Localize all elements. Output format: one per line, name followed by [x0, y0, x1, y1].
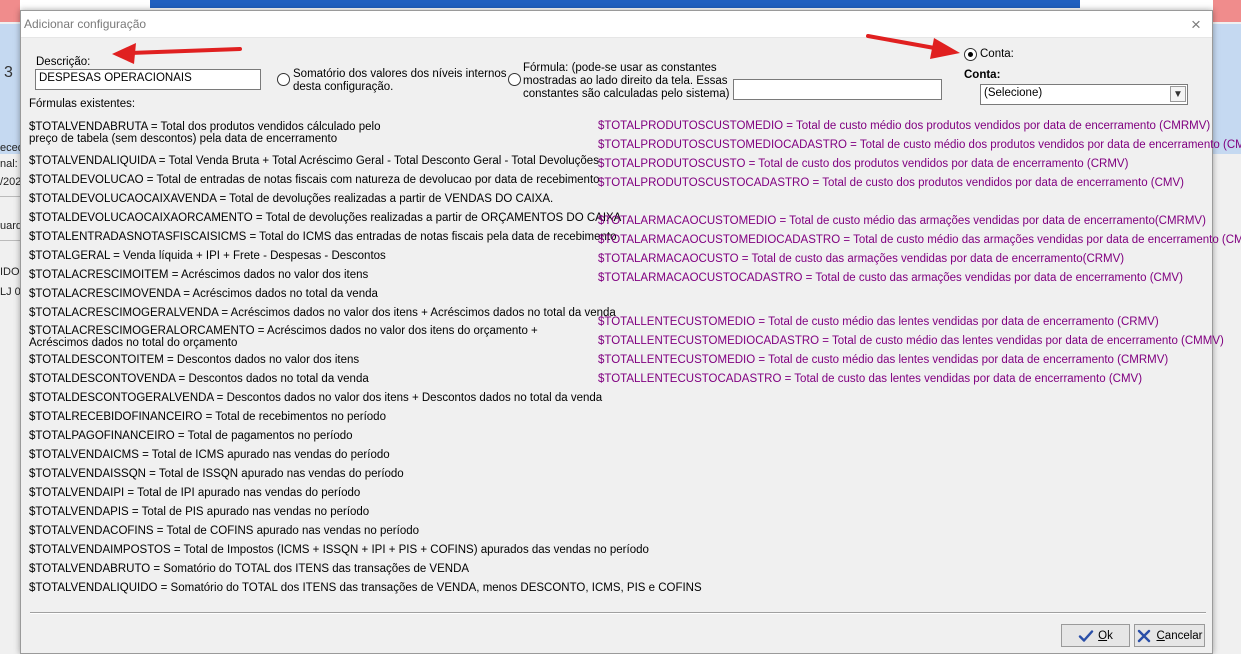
descricao-label: Descrição: — [36, 56, 91, 68]
formula-item-right: $TOTALPRODUTOSCUSTOCADASTRO = Total de c… — [598, 177, 1185, 189]
formula-item: $TOTALVENDAISSQN = Total de ISSQN apurad… — [29, 468, 404, 480]
formula-item-right: $TOTALLENTECUSTOMEDIO = Total de custo m… — [598, 316, 1159, 328]
somatorio-label-line1: Somatório dos valores dos níveis interno… — [293, 68, 507, 80]
formula-item: $TOTALDEVOLUCAOCAIXAORCAMENTO = Total de… — [29, 212, 622, 224]
background-header-left — [0, 0, 20, 22]
formula-item-right: $TOTALARMACAOCUSTOCADASTRO = Total de cu… — [598, 272, 1183, 284]
background-fragment: IDO — [0, 266, 20, 278]
footer-divider-highlight — [30, 613, 1206, 614]
cancel-button-label: Cancelar — [1156, 629, 1203, 642]
formula-item: $TOTALVENDAIPI = Total de IPI apurado na… — [29, 487, 361, 499]
formula-item: $TOTALACRESCIMOGERALVENDA = Acréscimos d… — [29, 307, 616, 319]
background-divider — [0, 196, 20, 197]
dialog-titlebar: Adicionar configuração × — [21, 11, 1212, 38]
formula-item: $TOTALDESCONTOVENDA = Descontos dados no… — [29, 373, 369, 385]
add-configuration-dialog: Adicionar configuração × Descrição: DESP… — [20, 10, 1241, 654]
conta-select[interactable]: (Selecione) ▼ — [980, 84, 1188, 105]
annotation-arrow-right-icon — [866, 34, 960, 59]
formula-item-right: $TOTALPRODUTOSCUSTO = Total de custo dos… — [598, 158, 1129, 170]
formula-item: $TOTALVENDACOFINS = Total de COFINS apur… — [29, 525, 420, 537]
formula-item: $TOTALDESCONTOGERALVENDA = Descontos dad… — [29, 392, 603, 404]
formula-item-right: $TOTALLENTECUSTOCADASTRO = Total de cust… — [598, 373, 1143, 385]
formula-item: $TOTALVENDALIQUIDO = Somatório do TOTAL … — [29, 582, 702, 594]
formula-label-line3: constantes são calculadas pelo sistema) — [523, 88, 730, 100]
descricao-input[interactable]: DESPESAS OPERACIONAIS — [35, 69, 261, 90]
cancel-x-icon — [1138, 629, 1151, 642]
somatorio-radio[interactable] — [277, 73, 290, 86]
formula-item: $TOTALDESCONTOITEM = Descontos dados no … — [29, 354, 360, 366]
background-fragment: uard — [0, 220, 20, 232]
formula-item: $TOTALVENDABRUTO = Somatório do TOTAL do… — [29, 563, 470, 575]
formula-item: $TOTALVENDABRUTA = Total dos produtos ve… — [29, 121, 381, 145]
background-panel-right — [1213, 24, 1241, 154]
formula-input[interactable] — [733, 79, 942, 100]
formula-item: $TOTALVENDALIQUIDA = Total Venda Bruta +… — [29, 155, 599, 167]
formula-item-right: $TOTALLENTECUSTOMEDIO = Total de custo m… — [598, 354, 1169, 366]
formula-item: $TOTALENTRADASNOTASFISCAISICMS = Total d… — [29, 231, 617, 243]
formula-item: $TOTALVENDAICMS = Total de ICMS apurado … — [29, 449, 390, 461]
dialog-title: Adicionar configuração — [24, 17, 147, 31]
formula-item: $TOTALACRESCIMOGERALORCAMENTO = Acréscim… — [29, 325, 538, 349]
formula-item: $TOTALGERAL = Venda líquida + IPI + Fret… — [29, 250, 386, 262]
formulas-existentes-label: Fórmulas existentes: — [29, 98, 136, 110]
background-fragment: ecedo — [0, 142, 20, 154]
conta-select-value: (Selecione) — [984, 87, 1043, 99]
background-fragment: nal: — [0, 158, 18, 170]
formula-label-line2: mostradas ao lado direito da tela. Essas — [523, 75, 728, 87]
background-title-band — [150, 0, 1080, 8]
background-fragment: LJ 0 — [0, 286, 20, 298]
formula-item-right: $TOTALARMACAOCUSTOMEDIOCADASTRO = Total … — [598, 234, 1241, 246]
formula-item: $TOTALDEVOLUCAOCAIXAVENDA = Total de dev… — [29, 193, 554, 205]
background-panel-left — [0, 24, 20, 154]
formula-item-right: $TOTALPRODUTOSCUSTOMEDIOCADASTRO = Total… — [598, 139, 1241, 151]
formula-item-right: $TOTALARMACAOCUSTO = Total de custo das … — [598, 253, 1125, 265]
formula-item: $TOTALVENDAPIS = Total de PIS apurado na… — [29, 506, 370, 518]
formula-label-line1: Fórmula: (pode-se usar as constantes — [523, 62, 717, 74]
formula-item: $TOTALPAGOFINANCEIRO = Total de pagament… — [29, 430, 353, 442]
formula-item: $TOTALVENDAIMPOSTOS = Total de Impostos … — [29, 544, 649, 556]
formula-radio[interactable] — [508, 73, 521, 86]
ok-button[interactable]: Ok — [1061, 624, 1130, 647]
annotation-arrow-left-icon — [112, 43, 242, 64]
formula-item: $TOTALDEVOLUCAO = Total de entradas de n… — [29, 174, 600, 186]
cancel-button[interactable]: Cancelar — [1134, 624, 1205, 647]
somatorio-label-line2: desta configuração. — [293, 81, 394, 93]
formula-item: $TOTALACRESCIMOITEM = Acréscimos dados n… — [29, 269, 369, 281]
chevron-down-icon[interactable]: ▼ — [1170, 86, 1186, 102]
formula-item-right: $TOTALPRODUTOSCUSTOMEDIO = Total de cust… — [598, 120, 1211, 132]
formula-item: $TOTALACRESCIMOVENDA = Acréscimos dados … — [29, 288, 378, 300]
background-fragment: /202 — [0, 176, 20, 188]
background-header-right — [1213, 0, 1241, 22]
formula-item: $TOTALRECEBIDOFINANCEIRO = Total de rece… — [29, 411, 386, 423]
checkmark-icon — [1078, 629, 1094, 642]
conta-label: Conta: — [964, 69, 1001, 81]
ok-button-label: Ok — [1098, 629, 1113, 642]
background-divider — [0, 240, 20, 241]
background-number: 3 — [4, 64, 13, 81]
conta-radio-label: Conta: — [980, 48, 1014, 60]
formula-item-right: $TOTALLENTECUSTOMEDIOCADASTRO = Total de… — [598, 335, 1224, 347]
close-icon[interactable]: × — [1186, 15, 1206, 35]
conta-radio[interactable] — [964, 48, 977, 61]
formula-item-right: $TOTALARMACAOCUSTOMEDIO = Total de custo… — [598, 215, 1206, 227]
